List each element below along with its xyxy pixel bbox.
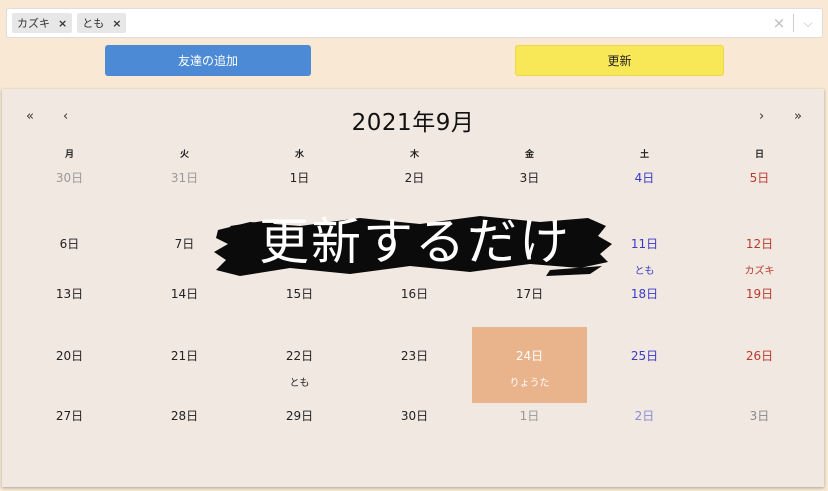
update-button[interactable]: 更新 xyxy=(515,45,724,76)
day-number: 6日 xyxy=(59,237,80,251)
day-number: 26日 xyxy=(745,349,774,363)
day-number: 24日 xyxy=(515,349,544,363)
brush-caption: 更新するだけ xyxy=(210,196,616,292)
day-number: 20日 xyxy=(55,349,84,363)
day-number: 1日 xyxy=(289,171,310,185)
day-number: 3日 xyxy=(519,171,540,185)
add-friend-button[interactable]: 友達の追加 xyxy=(105,45,311,76)
calendar-grid: 月火水木金土日 30日 31日 1日 2日 3日 4日 5日 6日 7日 11日 とも 12日 カズキ 13… xyxy=(12,147,816,441)
day-number: 28日 xyxy=(170,409,199,423)
friend-tag-label: カズキ xyxy=(17,17,50,30)
friend-tag: カズキ × xyxy=(12,13,73,33)
month-title: 2021年9月 xyxy=(351,110,475,136)
day-number: 29日 xyxy=(285,409,314,423)
weekday-header: 火 xyxy=(179,150,189,160)
day-number: 25日 xyxy=(630,349,659,363)
day-cell[interactable]: 29日 xyxy=(242,403,357,441)
remove-tag-icon[interactable]: × xyxy=(112,17,121,30)
day-cell[interactable]: 13日 xyxy=(12,275,127,327)
day-cell[interactable]: 22日とも xyxy=(242,327,357,403)
day-cell[interactable]: 20日 xyxy=(12,327,127,403)
day-number: 1日 xyxy=(519,409,540,423)
day-number: 22日 xyxy=(285,349,314,363)
day-cell[interactable]: 5日 xyxy=(702,165,817,207)
next-year-button[interactable]: » xyxy=(794,109,802,124)
day-cell[interactable]: 12日 カズキ xyxy=(702,207,817,277)
remove-tag-icon[interactable]: × xyxy=(58,17,67,30)
day-cell[interactable]: 27日 xyxy=(12,403,127,441)
day-cell[interactable]: 30日 xyxy=(12,165,127,207)
day-number: 13日 xyxy=(55,287,84,301)
weekday-header: 金 xyxy=(524,150,534,160)
day-cell[interactable]: 21日 xyxy=(127,327,242,403)
day-cell[interactable]: 25日 xyxy=(587,327,702,403)
day-number: 4日 xyxy=(634,171,655,185)
day-number: 2日 xyxy=(634,409,655,423)
weekday-header: 月 xyxy=(64,150,74,160)
friend-tag: とも × xyxy=(77,13,127,33)
day-number: 12日 xyxy=(745,237,774,251)
day-number: 2日 xyxy=(404,171,425,185)
next-month-button[interactable]: › xyxy=(759,109,764,124)
day-cell-today[interactable]: 24日りょうた xyxy=(472,327,587,403)
day-number: 21日 xyxy=(170,349,199,363)
friend-tag-label: とも xyxy=(82,17,105,30)
day-cell[interactable]: 28日 xyxy=(127,403,242,441)
day-number: 31日 xyxy=(170,171,199,185)
event-label[interactable]: りょうた xyxy=(472,374,587,389)
chevron-down-icon[interactable]: ⌵ xyxy=(794,16,822,31)
overlay-caption: 更新するだけ xyxy=(259,213,571,271)
day-number: 30日 xyxy=(400,409,429,423)
day-cell[interactable]: 19日 xyxy=(702,275,817,327)
day-cell[interactable]: 3日 xyxy=(702,403,817,441)
day-number: 5日 xyxy=(749,171,770,185)
day-cell[interactable]: 23日 xyxy=(357,327,472,403)
day-number: 19日 xyxy=(745,287,774,301)
weekday-header: 木 xyxy=(409,150,419,160)
day-cell[interactable]: 2日 xyxy=(587,403,702,441)
weekday-header: 土 xyxy=(639,150,649,160)
weekday-header: 日 xyxy=(754,150,764,160)
clear-icon[interactable]: × xyxy=(765,14,793,32)
day-number: 23日 xyxy=(400,349,429,363)
weekday-header: 水 xyxy=(294,150,304,160)
friend-select[interactable]: カズキ × とも × × ⌵ xyxy=(6,8,823,38)
day-number: 27日 xyxy=(55,409,84,423)
day-number: 3日 xyxy=(749,409,770,423)
day-cell[interactable]: 1日 xyxy=(472,403,587,441)
event-label[interactable]: とも xyxy=(242,374,357,389)
day-cell[interactable]: 30日 xyxy=(357,403,472,441)
day-cell[interactable]: 6日 xyxy=(12,207,127,275)
day-number: 30日 xyxy=(55,171,84,185)
day-cell[interactable]: 26日 xyxy=(702,327,817,403)
